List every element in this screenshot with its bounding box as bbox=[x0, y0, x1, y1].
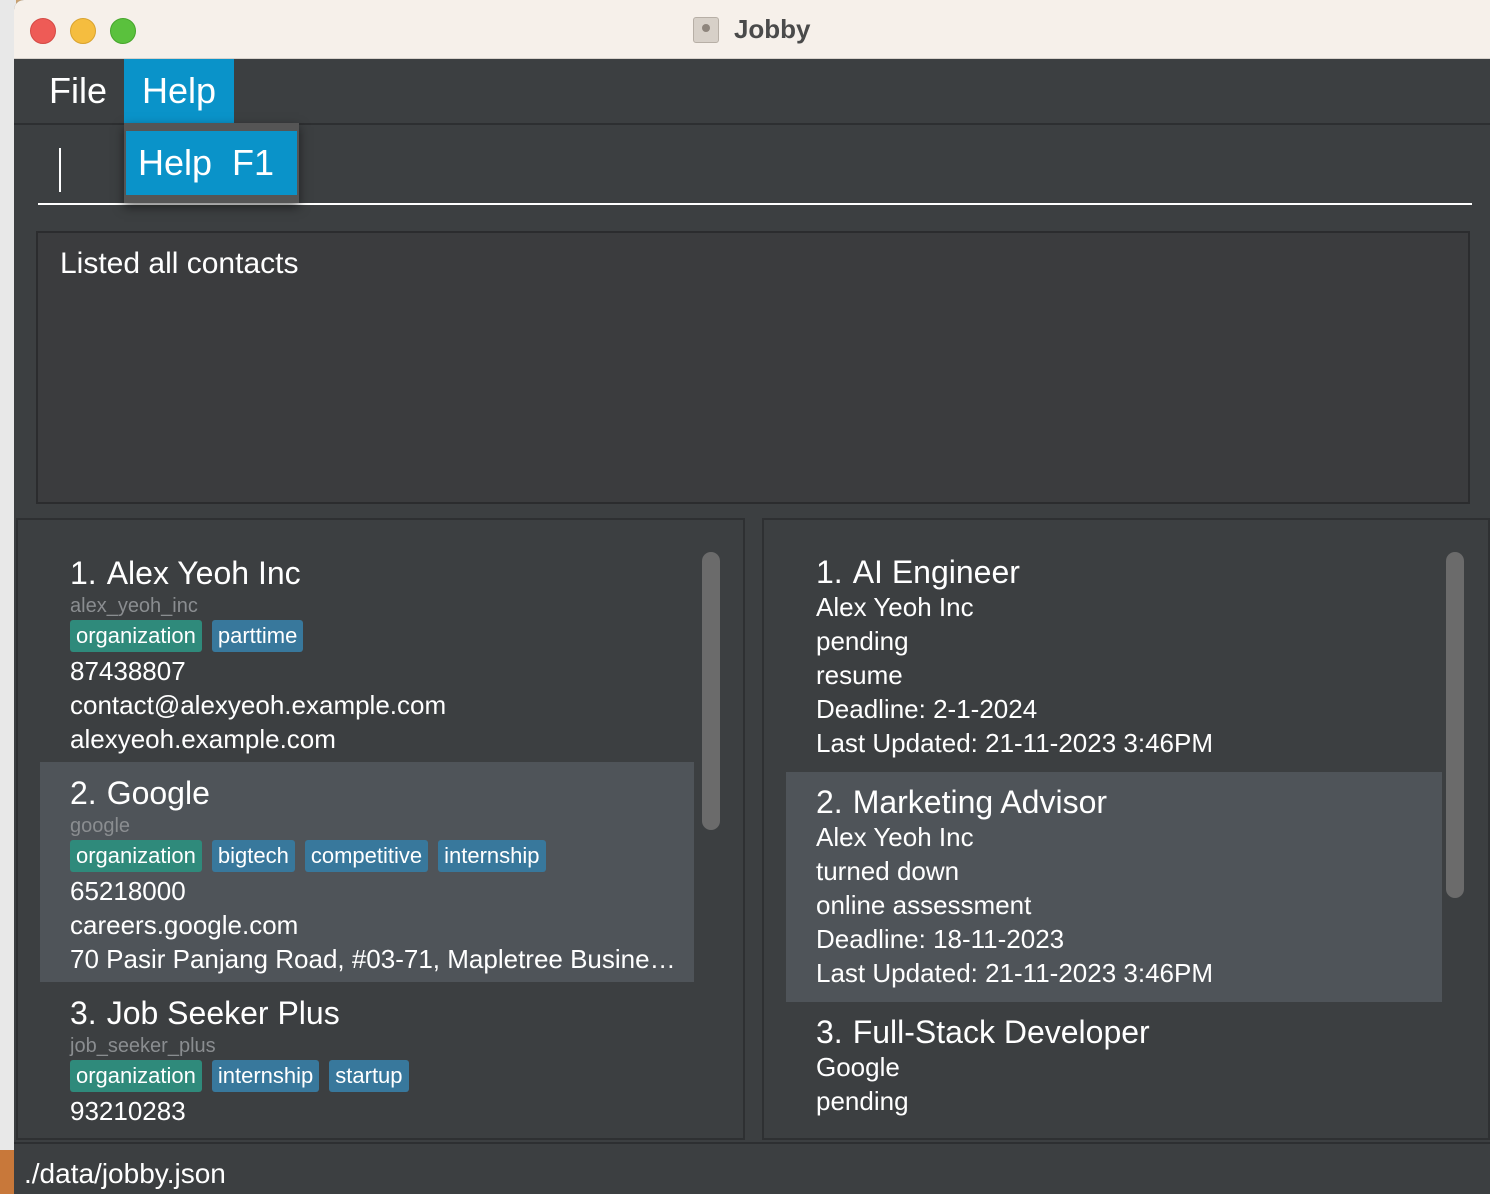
application-detail-line: Deadline: 18-11-2023 bbox=[816, 924, 1065, 954]
application-detail-line: Alex Yeoh Inc bbox=[816, 592, 974, 622]
tag-badge: parttime bbox=[211, 620, 304, 652]
application-detail-line: resume bbox=[816, 660, 903, 690]
tag-badge: competitive bbox=[304, 840, 429, 872]
contact-title: 2. Google bbox=[70, 774, 694, 812]
application-role: Marketing Advisor bbox=[852, 784, 1108, 820]
application-card[interactable]: 2. Marketing Advisor Alex Yeoh Inc turned d… bbox=[786, 772, 1442, 1002]
result-message: Listed all contacts bbox=[60, 247, 299, 280]
tag-badge: organization bbox=[70, 840, 202, 872]
help-menu-item[interactable]: Help F1 bbox=[126, 131, 297, 195]
application-detail-line: turned down bbox=[816, 856, 960, 886]
application-list-panel: 1. AI Engineer Alex Yeoh Inc pending resume D… bbox=[762, 518, 1490, 1140]
application-detail-line: Alex Yeoh Inc bbox=[816, 822, 974, 852]
contact-id: job_seeker_plus bbox=[70, 1035, 216, 1057]
tag-badge: internship bbox=[211, 1060, 320, 1092]
application-detail-line: Last Updated: 21-11-2023 3:46PM bbox=[816, 958, 1214, 988]
contact-list-scrollbar[interactable] bbox=[702, 552, 720, 830]
contact-detail-line: 93210283 bbox=[70, 1096, 186, 1126]
contact-list-panel: 1. Alex Yeoh Inc alex_yeoh_inc organization… bbox=[16, 518, 745, 1140]
application-card[interactable]: 3. Full-Stack Developer Google pending bbox=[786, 1002, 1442, 1138]
application-list[interactable]: 1. AI Engineer Alex Yeoh Inc pending resume D… bbox=[786, 542, 1442, 1138]
application-role: Full-Stack Developer bbox=[852, 1014, 1150, 1050]
app-window: Jobby File Help Listed all contacts 1. Al… bbox=[14, 0, 1490, 1194]
tag-badge: startup bbox=[329, 1060, 409, 1092]
menu-bar: File Help bbox=[14, 59, 1490, 125]
application-list-scrollbar[interactable] bbox=[1446, 552, 1464, 898]
contact-index: 1. bbox=[70, 555, 97, 591]
contact-list[interactable]: 1. Alex Yeoh Inc alex_yeoh_inc organization… bbox=[40, 542, 694, 1138]
contact-detail-line: 70 Pasir Panjang Road, #03-71, Mapletree… bbox=[70, 944, 684, 974]
tag-badge: organization bbox=[70, 620, 202, 652]
application-detail-line: pending bbox=[816, 1086, 909, 1116]
title-bar: Jobby bbox=[14, 0, 1490, 59]
status-bar: ./data/jobby.json bbox=[14, 1142, 1490, 1194]
help-dropdown-menu: Help F1 bbox=[124, 123, 299, 203]
menu-file[interactable]: File bbox=[31, 59, 125, 123]
tag-badge: organization bbox=[70, 1060, 202, 1092]
contact-tags: organization internship startup bbox=[70, 1060, 694, 1094]
contact-name: Job Seeker Plus bbox=[106, 995, 340, 1031]
application-card[interactable]: 1. AI Engineer Alex Yeoh Inc pending resume D… bbox=[786, 542, 1442, 772]
contact-detail-line: alexyeoh.example.com bbox=[70, 724, 336, 754]
contact-detail-line: 65218000 bbox=[70, 876, 186, 906]
contact-tags: organization bigtech competitive internship bbox=[70, 840, 694, 874]
app-icon bbox=[693, 16, 720, 43]
contact-detail-line: 87438807 bbox=[70, 656, 186, 686]
contact-title: 1. Alex Yeoh Inc bbox=[70, 554, 694, 592]
command-input-underline bbox=[38, 203, 1472, 205]
contact-id: google bbox=[70, 815, 131, 837]
application-index: 3. bbox=[816, 1014, 843, 1050]
contact-title: 3. Job Seeker Plus bbox=[70, 994, 694, 1032]
application-detail-line: Deadline: 2-1-2024 bbox=[816, 694, 1038, 724]
application-index: 2. bbox=[816, 784, 843, 820]
contact-tags: organization parttime bbox=[70, 620, 694, 654]
result-display: Listed all contacts bbox=[36, 231, 1470, 504]
application-index: 1. bbox=[816, 554, 843, 590]
application-detail-line: Google bbox=[816, 1052, 900, 1082]
application-detail-line: online assessment bbox=[816, 890, 1032, 920]
text-cursor bbox=[59, 148, 61, 192]
contact-card[interactable]: 2. Google google organization bigtech competi… bbox=[40, 762, 694, 982]
application-detail-line: pending bbox=[816, 626, 909, 656]
window-title: Jobby bbox=[733, 14, 811, 44]
contact-index: 3. bbox=[70, 995, 97, 1031]
contact-card[interactable]: 1. Alex Yeoh Inc alex_yeoh_inc organization… bbox=[40, 542, 694, 762]
contact-detail-line: careers.google.com bbox=[70, 910, 299, 940]
tag-badge: internship bbox=[438, 840, 546, 872]
contact-detail-line: contact@alexyeoh.example.com bbox=[70, 690, 447, 720]
tag-badge: bigtech bbox=[211, 840, 295, 872]
contact-id: alex_yeoh_inc bbox=[70, 595, 198, 617]
application-title: 1. AI Engineer bbox=[816, 554, 1442, 590]
application-detail-line: Last Updated: 21-11-2023 3:46PM bbox=[816, 728, 1214, 758]
contact-name: Google bbox=[106, 775, 210, 811]
application-title: 2. Marketing Advisor bbox=[816, 784, 1442, 820]
data-file-path: ./data/jobby.json bbox=[24, 1158, 226, 1189]
contact-card[interactable]: 3. Job Seeker Plus job_seeker_plus organiza… bbox=[40, 982, 694, 1138]
contact-index: 2. bbox=[70, 775, 97, 811]
menu-help[interactable]: Help bbox=[124, 59, 235, 123]
application-title: 3. Full-Stack Developer bbox=[816, 1014, 1442, 1050]
window-title-wrap: Jobby bbox=[14, 14, 1490, 45]
application-role: AI Engineer bbox=[852, 554, 1020, 590]
contact-name: Alex Yeoh Inc bbox=[106, 555, 301, 591]
